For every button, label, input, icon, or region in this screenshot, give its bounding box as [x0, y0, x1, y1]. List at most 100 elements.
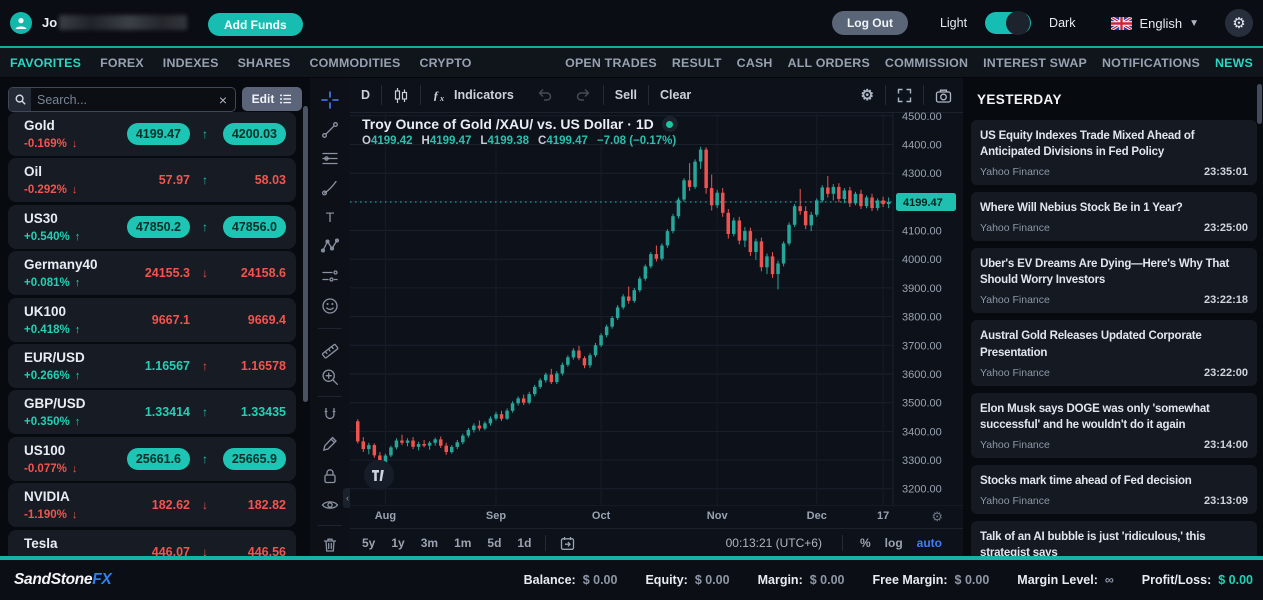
theme-toggle[interactable] [985, 12, 1031, 34]
search-box[interactable]: × [8, 87, 236, 112]
timeframe-1y-button[interactable]: 1y [383, 536, 412, 550]
news-scrollbar[interactable] [1257, 84, 1262, 124]
draw-pencil-icon[interactable] [320, 434, 340, 454]
nav-item-commission[interactable]: COMMISSION [885, 56, 968, 70]
news-card[interactable]: Elon Musk says DOGE was only 'somewhat s… [971, 393, 1257, 458]
emoji-icon[interactable] [320, 296, 340, 316]
bid-price-button[interactable]: 9667.1 [152, 313, 190, 327]
bid-price-button[interactable]: 25661.6 [127, 448, 190, 470]
clock-readout[interactable]: 00:13:21 (UTC+6) [726, 536, 822, 550]
ask-price-button[interactable]: 182.82 [248, 498, 286, 512]
lock-icon[interactable] [320, 466, 340, 486]
watchlist-row-germany40[interactable]: Germany40+0.081%↑24155.3↓24158.6 [8, 251, 296, 295]
clear-search-icon[interactable]: × [219, 92, 235, 108]
time-axis[interactable]: AugSepOctNovDec17 ⚙ [350, 505, 963, 529]
ask-price-button[interactable]: 4200.03 [223, 123, 286, 145]
scale-auto-button[interactable]: auto [910, 536, 949, 550]
bid-price-button[interactable]: 1.16567 [145, 359, 190, 373]
bid-price-button[interactable]: 57.97 [159, 173, 190, 187]
watchlist-row-gold[interactable]: Gold-0.169%↓4199.47↑4200.03 [8, 112, 296, 156]
news-card[interactable]: Stocks mark time ahead of Fed decisionYa… [971, 465, 1257, 514]
bid-price-button[interactable]: 446.07 [152, 545, 190, 556]
ask-price-button[interactable]: 1.33435 [241, 405, 286, 419]
news-card[interactable]: US Equity Indexes Trade Mixed Ahead of A… [971, 120, 1257, 185]
nav-item-cash[interactable]: CASH [737, 56, 773, 70]
timeframe-button[interactable]: D [350, 88, 381, 102]
ruler-icon[interactable] [320, 341, 340, 361]
chart-style-candles-icon[interactable] [382, 87, 420, 104]
ask-price-button[interactable]: 24158.6 [241, 266, 286, 280]
chart-canvas[interactable]: 4500.004400.004300.004100.004000.003900.… [350, 112, 963, 505]
theme-toggle-knob[interactable] [1006, 11, 1030, 35]
settings-gear-icon[interactable]: ⚙ [1225, 9, 1253, 37]
language-selector[interactable]: English ▼ [1111, 16, 1199, 31]
sell-button[interactable]: Sell [604, 88, 648, 102]
ask-price-button[interactable]: 58.03 [255, 173, 286, 187]
add-funds-button[interactable]: Add Funds [208, 13, 303, 36]
watchlist-row-tesla[interactable]: Tesla446.07↓446.56 [8, 530, 296, 556]
ask-price-button[interactable]: 1.16578 [241, 359, 286, 373]
trash-icon[interactable] [320, 535, 340, 555]
nav-item-result[interactable]: RESULT [672, 56, 722, 70]
timeframe-3m-button[interactable]: 3m [413, 536, 446, 550]
trendline-icon[interactable] [320, 120, 340, 140]
bid-price-button[interactable]: 47850.2 [127, 216, 190, 238]
nav-item-interest-swap[interactable]: INTEREST SWAP [983, 56, 1087, 70]
fullscreen-icon[interactable] [886, 88, 923, 103]
nav-item-all-orders[interactable]: ALL ORDERS [788, 56, 870, 70]
watchlist-scrollbar[interactable] [303, 106, 308, 402]
watchlist-row-eur-usd[interactable]: EUR/USD+0.266%↑1.16567↑1.16578 [8, 344, 296, 388]
edit-watchlist-button[interactable]: Edit [242, 87, 302, 111]
bid-price-button[interactable]: 4199.47 [127, 123, 190, 145]
tradingview-logo[interactable] [364, 460, 394, 490]
watchlist-row-us30[interactable]: US30+0.540%↑47850.2↑47856.0 [8, 205, 296, 249]
news-card[interactable]: Talk of an AI bubble is just 'ridiculous… [971, 521, 1257, 556]
nav-item-commodities[interactable]: COMMODITIES [309, 56, 400, 70]
ask-price-button[interactable]: 446.56 [248, 545, 286, 556]
watchlist-row-nvidia[interactable]: NVIDIA-1.190%↓182.62↓182.82 [8, 483, 296, 527]
nav-item-open-trades[interactable]: OPEN TRADES [565, 56, 657, 70]
go-to-date-icon[interactable] [552, 536, 583, 551]
eye-icon[interactable] [320, 495, 340, 515]
news-card[interactable]: Uber's EV Dreams Are Dying—Here's Why Th… [971, 248, 1257, 313]
scale-log-button[interactable]: log [878, 536, 910, 550]
fib-retracement-icon[interactable] [320, 149, 340, 169]
nav-item-favorites[interactable]: FAVORITES [10, 56, 81, 70]
watchlist-row-oil[interactable]: Oil-0.292%↓57.97↑58.03 [8, 158, 296, 202]
snapshot-camera-icon[interactable] [924, 88, 963, 103]
bid-price-button[interactable]: 1.33414 [145, 405, 190, 419]
nav-item-indexes[interactable]: INDEXES [163, 56, 219, 70]
timeframe-1m-button[interactable]: 1m [446, 536, 479, 550]
xabcd-pattern-icon[interactable] [320, 236, 340, 256]
nav-item-news[interactable]: NEWS [1215, 56, 1253, 70]
timeframe-5d-button[interactable]: 5d [479, 536, 509, 550]
ask-price-button[interactable]: 47856.0 [223, 216, 286, 238]
chart-settings-gear-icon[interactable]: ⚙ [850, 86, 885, 104]
news-card[interactable]: Where Will Nebius Stock Be in 1 Year?Yah… [971, 192, 1257, 241]
long-position-icon[interactable] [320, 266, 340, 286]
text-tool-icon[interactable]: T [320, 207, 340, 227]
magnet-icon[interactable] [320, 405, 340, 425]
zoom-in-icon[interactable] [320, 367, 340, 387]
nav-item-crypto[interactable]: CRYPTO [419, 56, 471, 70]
user-avatar-icon[interactable] [10, 12, 32, 34]
clear-button[interactable]: Clear [649, 88, 702, 102]
bid-price-button[interactable]: 182.62 [152, 498, 190, 512]
ask-price-button[interactable]: 25665.9 [223, 448, 286, 470]
watchlist-row-uk100[interactable]: UK100+0.418%↑9667.19669.4 [8, 298, 296, 342]
nav-item-shares[interactable]: SHARES [238, 56, 291, 70]
news-card[interactable]: Austral Gold Releases Updated Corporate … [971, 320, 1257, 385]
nav-item-notifications[interactable]: NOTIFICATIONS [1102, 56, 1200, 70]
undo-icon[interactable] [525, 88, 564, 102]
ask-price-button[interactable]: 9669.4 [248, 313, 286, 327]
watchlist-row-us100[interactable]: US100-0.077%↓25661.6↑25665.9 [8, 437, 296, 481]
axis-settings-gear-icon[interactable]: ⚙ [931, 509, 943, 525]
timeframe-5y-button[interactable]: 5y [354, 536, 383, 550]
crosshair-icon[interactable] [320, 90, 340, 110]
redo-icon[interactable] [564, 88, 603, 102]
brush-icon[interactable] [320, 178, 340, 198]
scale---button[interactable]: % [853, 536, 878, 550]
watchlist-row-gbp-usd[interactable]: GBP/USD+0.350%↑1.33414↑1.33435 [8, 390, 296, 434]
logout-button[interactable]: Log Out [832, 11, 908, 35]
timeframe-1d-button[interactable]: 1d [509, 536, 539, 550]
